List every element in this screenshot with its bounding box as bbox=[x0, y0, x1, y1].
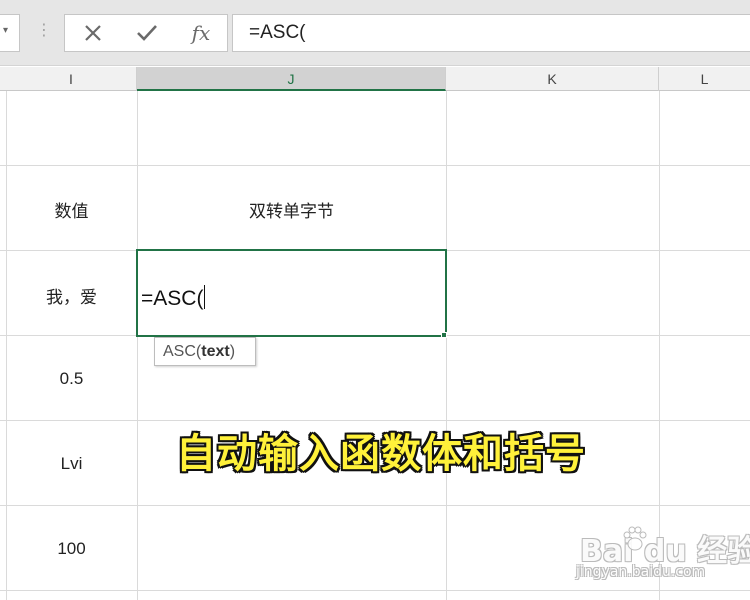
cell-i8[interactable]: 0.5 bbox=[6, 369, 137, 389]
tooltip-argument[interactable]: text bbox=[201, 343, 229, 360]
gridline bbox=[446, 91, 447, 600]
gridline bbox=[0, 505, 750, 506]
active-cell-editor[interactable]: =ASC( bbox=[136, 249, 447, 337]
column-header-row: I J K L bbox=[0, 67, 750, 91]
column-header-i[interactable]: I bbox=[6, 67, 137, 91]
close-icon bbox=[85, 25, 101, 41]
fx-icon: fx bbox=[191, 21, 211, 45]
annotation-caption: 自动输入函数体和括号 bbox=[176, 431, 586, 477]
cell-edit-value: =ASC( bbox=[141, 287, 204, 310]
column-header-l[interactable]: L bbox=[659, 67, 750, 91]
column-header-k[interactable]: K bbox=[446, 67, 659, 91]
cell-i10[interactable]: 100 bbox=[6, 539, 137, 559]
chevron-down-icon: ▾ bbox=[3, 25, 9, 36]
cancel-button[interactable] bbox=[73, 15, 113, 51]
cell-i9[interactable]: Lvi bbox=[6, 454, 137, 474]
formula-buttons: fx bbox=[64, 14, 228, 52]
name-box-dropdown[interactable]: ▾ bbox=[0, 14, 20, 52]
check-icon bbox=[137, 25, 157, 41]
enter-button[interactable] bbox=[127, 15, 167, 51]
gridline bbox=[137, 91, 138, 600]
function-tooltip[interactable]: ASC(text) bbox=[154, 337, 256, 366]
grip-icon: ⋮ bbox=[36, 20, 52, 39]
baidu-jingyan-watermark: Bai du 经验 jingyan.baidu.com bbox=[574, 516, 750, 592]
column-header-j[interactable]: J bbox=[137, 67, 446, 91]
fill-handle[interactable] bbox=[441, 332, 447, 338]
gridline bbox=[6, 91, 7, 600]
insert-function-button[interactable]: fx bbox=[181, 15, 221, 51]
paw-icon bbox=[623, 526, 647, 551]
cell-edit-text: =ASC( bbox=[141, 285, 206, 311]
text-caret bbox=[204, 285, 206, 309]
tooltip-function-name: ASC( bbox=[163, 343, 202, 360]
cell-i6[interactable]: 数值 bbox=[6, 197, 137, 222]
cell-i7[interactable]: 我，爱 bbox=[6, 283, 137, 308]
cell-j6[interactable]: 双转单字节 bbox=[137, 197, 446, 222]
watermark-url: jingyan.baidu.com bbox=[576, 564, 706, 580]
tooltip-close-paren: ) bbox=[229, 343, 236, 360]
gridline bbox=[0, 165, 750, 166]
formula-input[interactable]: =ASC( bbox=[232, 14, 750, 52]
formula-bar: ▾ ⋮ fx =ASC( bbox=[0, 0, 750, 66]
